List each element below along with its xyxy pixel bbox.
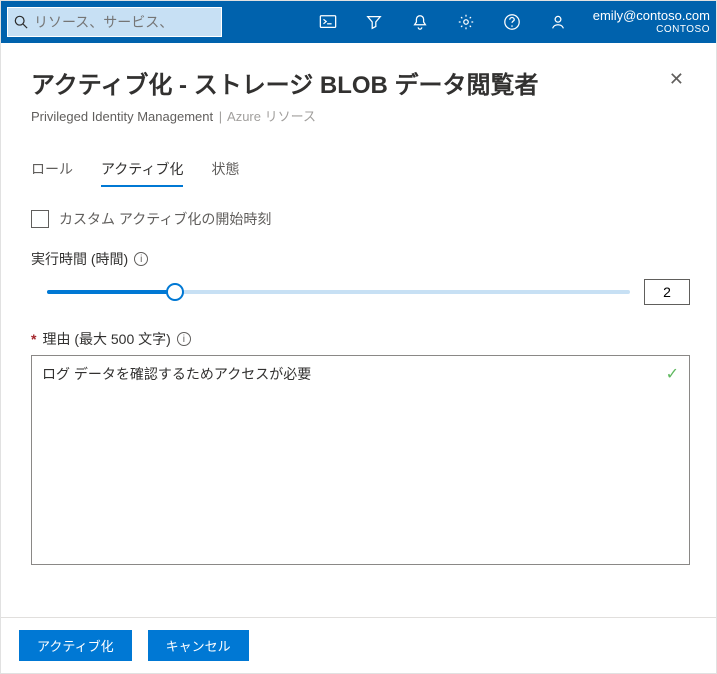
top-bar: emily@contoso.com CONTOSO: [1, 1, 716, 43]
duration-label-row: 実行時間 (時間) i: [31, 249, 690, 269]
activate-button[interactable]: アクティブ化: [19, 630, 132, 661]
check-icon: ✓: [666, 364, 679, 384]
page-title: アクティブ化 - ストレージ BLOB データ閲覧者: [31, 65, 539, 100]
tab-roles[interactable]: ロール: [31, 159, 73, 187]
settings-icon[interactable]: [443, 1, 489, 43]
notifications-icon[interactable]: [397, 1, 443, 43]
cancel-button[interactable]: キャンセル: [148, 630, 249, 661]
topbar-icons: emily@contoso.com CONTOSO: [305, 1, 716, 43]
breadcrumb-pim: Privileged Identity Management: [31, 109, 213, 124]
reason-label: 理由 (最大 500 文字): [42, 329, 170, 349]
footer: アクティブ化 キャンセル: [1, 617, 716, 673]
duration-input[interactable]: [644, 279, 690, 305]
search-icon: [14, 15, 28, 29]
directory-filter-icon[interactable]: [351, 1, 397, 43]
custom-start-label: カスタム アクティブ化の開始時刻: [59, 209, 271, 229]
reason-textarea[interactable]: [32, 356, 689, 564]
cloud-shell-icon[interactable]: [305, 1, 351, 43]
breadcrumb: Privileged Identity Management | Azure リ…: [31, 106, 690, 125]
duration-slider[interactable]: [31, 283, 630, 301]
info-icon[interactable]: i: [134, 252, 148, 266]
custom-start-checkbox[interactable]: [31, 210, 49, 228]
info-icon[interactable]: i: [177, 332, 191, 346]
tab-activate[interactable]: アクティブ化: [101, 159, 183, 187]
help-icon[interactable]: [489, 1, 535, 43]
required-asterisk: *: [31, 331, 36, 347]
reason-field: ✓: [31, 355, 690, 565]
account-info[interactable]: emily@contoso.com CONTOSO: [581, 8, 716, 36]
tab-status[interactable]: 状態: [211, 159, 239, 187]
search-input[interactable]: [34, 14, 215, 30]
search-box[interactable]: [7, 7, 222, 37]
reason-label-row: * 理由 (最大 500 文字) i: [31, 329, 690, 349]
close-icon[interactable]: ✕: [663, 65, 690, 94]
main-panel: アクティブ化 - ストレージ BLOB データ閲覧者 ✕ Privileged …: [1, 43, 716, 673]
tabs: ロール アクティブ化 状態: [31, 159, 690, 187]
duration-label: 実行時間 (時間): [31, 249, 128, 269]
account-email: emily@contoso.com: [593, 8, 710, 24]
feedback-icon[interactable]: [535, 1, 581, 43]
account-org: CONTOSO: [593, 24, 710, 36]
breadcrumb-resource: Azure リソース: [227, 109, 316, 124]
